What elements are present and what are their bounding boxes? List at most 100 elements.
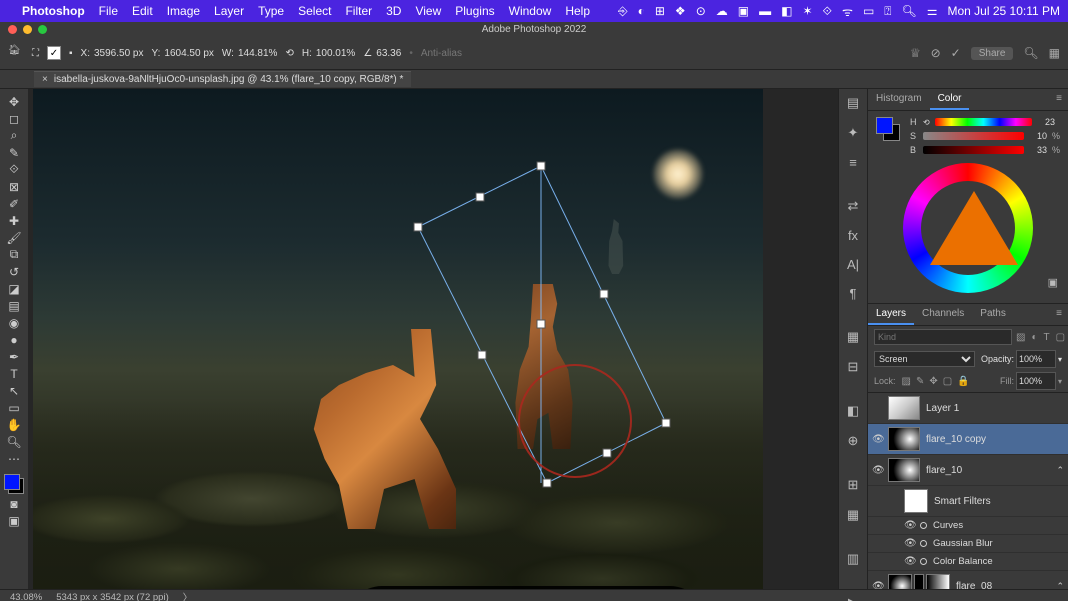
panel-icon[interactable]: ¶ <box>843 286 863 301</box>
lasso-tool[interactable]: ⌕ <box>2 127 26 144</box>
smart-filters-row[interactable]: Smart Filters <box>868 486 1068 517</box>
layer-thumb[interactable] <box>888 574 912 589</box>
tab-color[interactable]: Color <box>930 89 970 110</box>
visibility-toggle[interactable]: 👁 <box>872 581 882 590</box>
status-icon[interactable]: ⊙ <box>696 4 706 18</box>
wifi-icon[interactable]: ᯤ <box>842 3 853 20</box>
quick-mask-icon[interactable]: ◙ <box>2 495 26 512</box>
menu-file[interactable]: File <box>99 4 118 18</box>
status-icon[interactable]: ⎆ <box>618 4 628 19</box>
menu-window[interactable]: Window <box>509 4 552 18</box>
menu-3d[interactable]: 3D <box>386 4 401 18</box>
panel-icon[interactable]: ▦ <box>843 507 863 523</box>
status-icon[interactable]: ⍰ <box>884 4 891 19</box>
layer-thumb[interactable] <box>888 427 920 451</box>
battery-icon[interactable]: ▭ <box>863 4 874 18</box>
quick-select-tool[interactable]: ✎ <box>2 144 26 161</box>
panel-icon[interactable]: ✦ <box>843 125 863 141</box>
layer-thumb[interactable] <box>888 396 920 420</box>
sat-value[interactable]: 10 <box>1029 131 1047 141</box>
panel-icon[interactable]: ⊕ <box>843 433 863 449</box>
status-icon[interactable]: ☁ <box>716 4 728 18</box>
clock[interactable]: Mon Jul 25 10:11 PM <box>947 4 1060 18</box>
layer-name[interactable]: Smart Filters <box>934 496 991 507</box>
layer-effects-icon[interactable]: ⌃ <box>1056 581 1064 590</box>
visibility-toggle[interactable]: 👁 <box>872 465 882 476</box>
control-center-icon[interactable]: ⚌ <box>927 4 938 18</box>
visibility-toggle[interactable]: 👁 <box>872 434 882 445</box>
mini-swatches[interactable] <box>876 117 900 141</box>
lock-all-icon[interactable]: 🔒 <box>957 376 969 387</box>
menu-select[interactable]: Select <box>298 4 331 18</box>
layer-row[interactable]: 👁 flare_08 ⌃ <box>868 571 1068 589</box>
menu-view[interactable]: View <box>415 4 441 18</box>
frame-tool[interactable]: ⊠ <box>2 178 26 195</box>
panel-icon[interactable]: ≡ <box>843 155 863 170</box>
sat-slider[interactable] <box>923 132 1024 140</box>
panel-icon[interactable]: fx <box>843 228 863 243</box>
blur-tool[interactable]: ◉ <box>2 314 26 331</box>
commit-transform-icon[interactable]: ✓ <box>951 46 961 60</box>
color-wheel[interactable] <box>903 163 1033 293</box>
status-icon[interactable]: ▬ <box>759 4 771 18</box>
document-tab[interactable]: × isabella-juskova-9aNltHjuOc0-unsplash.… <box>34 71 411 87</box>
filter-shape-icon[interactable]: ▢ <box>1056 332 1065 343</box>
blend-mode-select[interactable]: Screen <box>874 351 975 367</box>
menu-type[interactable]: Type <box>258 4 284 18</box>
crop-tool[interactable]: ⟐ <box>2 161 26 178</box>
h-value[interactable]: 100.01% <box>316 48 355 59</box>
menu-filter[interactable]: Filter <box>345 4 372 18</box>
dodge-tool[interactable]: ● <box>2 331 26 348</box>
status-icon[interactable]: ⟐ <box>823 4 832 19</box>
link-icon[interactable]: ⟲ <box>285 48 293 59</box>
layer-name[interactable]: flare_10 <box>926 465 962 476</box>
x-value[interactable]: 3596.50 px <box>94 48 144 59</box>
history-brush-tool[interactable]: ↺ <box>2 263 26 280</box>
filter-type-icon[interactable]: T <box>1044 332 1050 343</box>
zoom-level[interactable]: 43.08% <box>10 592 42 601</box>
filter-name[interactable]: Curves <box>933 520 963 531</box>
search-icon[interactable]: 🔍︎ <box>1023 46 1038 60</box>
transform-icon[interactable]: ⛶ <box>32 48 39 59</box>
zoom-tool[interactable]: 🔍︎ <box>2 433 26 450</box>
home-icon[interactable]: 🏠︎ <box>8 45 24 61</box>
panel-icon[interactable]: ▦ <box>843 329 863 345</box>
bri-slider[interactable] <box>923 146 1024 154</box>
status-icon[interactable]: ✶ <box>802 4 812 18</box>
status-icon[interactable]: ▣ <box>738 4 749 18</box>
layer-name[interactable]: flare_08 <box>956 581 992 590</box>
filter-row[interactable]: 👁Gaussian Blur <box>868 535 1068 553</box>
hue-slider[interactable] <box>935 118 1032 126</box>
tab-histogram[interactable]: Histogram <box>868 89 930 110</box>
tab-channels[interactable]: Channels <box>914 304 972 325</box>
shape-tool[interactable]: ▭ <box>2 399 26 416</box>
lock-brush-icon[interactable]: ✎ <box>916 376 924 387</box>
filter-pixel-icon[interactable]: ▨ <box>1016 332 1025 343</box>
menu-help[interactable]: Help <box>565 4 590 18</box>
filter-name[interactable]: Color Balance <box>933 556 993 567</box>
app-name[interactable]: Photoshop <box>22 4 85 18</box>
opacity-input[interactable] <box>1016 350 1056 368</box>
hand-tool[interactable]: ✋ <box>2 416 26 433</box>
panel-menu-icon[interactable]: ≡ <box>1048 304 1068 325</box>
panel-icon[interactable]: ▤ <box>843 95 863 111</box>
search-icon[interactable]: 🔍︎ <box>901 4 916 18</box>
panel-icon[interactable]: ⇄ <box>843 198 863 214</box>
status-icon[interactable]: ◧ <box>781 4 792 18</box>
pen-tool[interactable]: ✒ <box>2 348 26 365</box>
type-tool[interactable]: T <box>2 365 26 382</box>
layer-effects-icon[interactable]: ⌃ <box>1056 465 1064 476</box>
layer-name[interactable]: Layer 1 <box>926 403 959 414</box>
menu-plugins[interactable]: Plugins <box>455 4 494 18</box>
eyedropper-tool[interactable]: ✐ <box>2 195 26 212</box>
healing-tool[interactable]: ✚ <box>2 212 26 229</box>
warp-icon[interactable]: ♕ <box>910 46 921 60</box>
screen-mode-icon[interactable]: ▣ <box>2 512 26 529</box>
link-icon[interactable]: ⟲ <box>923 118 930 127</box>
menu-image[interactable]: Image <box>167 4 200 18</box>
status-chevron[interactable]: 〉 <box>183 590 193 601</box>
foreground-swatch[interactable] <box>4 474 20 490</box>
filter-row[interactable]: 👁Curves <box>868 517 1068 535</box>
filter-mask-thumb[interactable] <box>904 489 928 513</box>
gradient-tool[interactable]: ▤ <box>2 297 26 314</box>
